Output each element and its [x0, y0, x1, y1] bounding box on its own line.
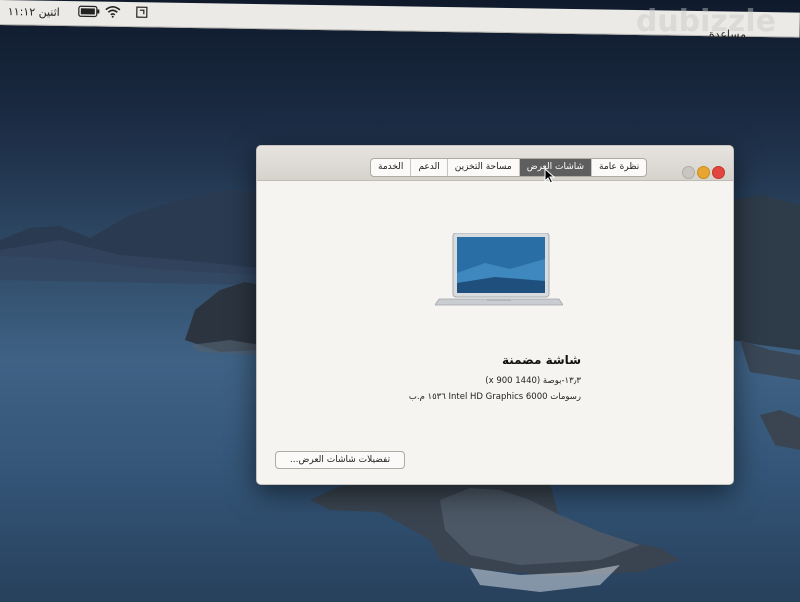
menu-bar-clock[interactable]: اثنين ١١:١٢	[8, 5, 60, 19]
tab-service[interactable]: الخدمة	[371, 159, 410, 176]
segmented-tabs: الخدمة الدعم مساحة التخزين شاشات العرض ن…	[370, 158, 648, 177]
window-content: شاشة مضمنة ١٣٫٣-بوصة (1440 x 900) رسومات…	[257, 181, 733, 484]
tab-overview[interactable]: نظرة عامة	[591, 159, 646, 176]
zoom-button[interactable]	[682, 166, 695, 179]
laptop-icon	[435, 233, 563, 306]
minimize-button[interactable]	[697, 166, 710, 179]
watermark-logo: dubizzle	[635, 4, 776, 39]
window-titlebar[interactable]: الخدمة الدعم مساحة التخزين شاشات العرض ن…	[257, 146, 733, 181]
tab-support[interactable]: الدعم	[410, 159, 446, 176]
mouse-cursor-icon	[544, 168, 556, 184]
display-preferences-button[interactable]: تفضيلات شاشات العرض...	[275, 451, 405, 469]
wifi-icon[interactable]	[105, 5, 121, 21]
close-button[interactable]	[712, 166, 725, 179]
display-graphics: رسومات Intel HD Graphics 6000 ١٥٣٦ م.ب	[408, 392, 581, 402]
display-size: ١٣٫٣-بوصة (1440 x 900)	[485, 376, 581, 386]
display-name: شاشة مضمنة	[501, 353, 581, 367]
tab-storage[interactable]: مساحة التخزين	[446, 159, 519, 176]
app-menu-icon[interactable]	[136, 6, 148, 21]
about-this-mac-window: الخدمة الدعم مساحة التخزين شاشات العرض ن…	[256, 145, 734, 485]
battery-icon[interactable]	[78, 5, 100, 20]
